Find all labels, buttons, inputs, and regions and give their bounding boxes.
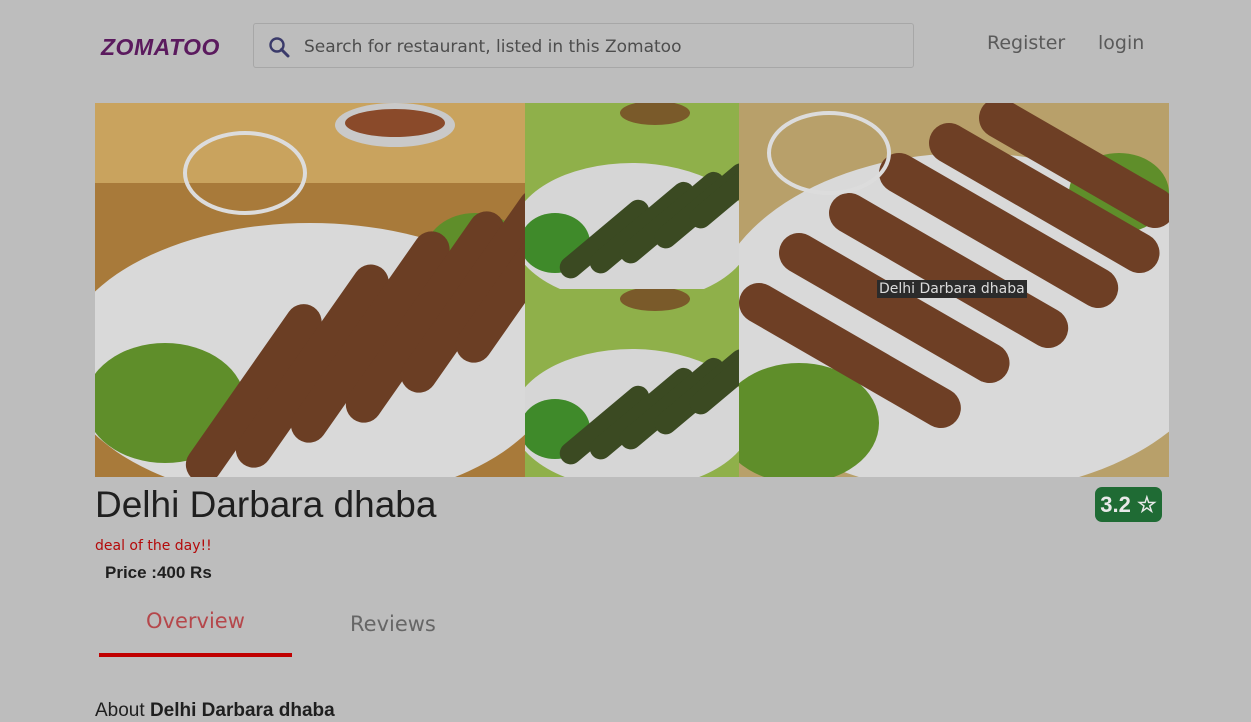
price-label: Price :400 Rs [105,563,212,582]
active-tab-indicator [99,653,292,657]
deal-label: deal of the day!! [95,538,212,554]
about-restaurant-name: Delhi Darbara dhaba [149,700,335,721]
tab-reviews[interactable]: Reviews [350,612,436,636]
main-photo[interactable] [95,103,525,477]
brand-logo[interactable]: ZOMATOO [101,34,220,61]
image-tooltip: Delhi Darbara dhaba [877,280,1027,298]
restaurant-name: Delhi Darbara dhaba [95,484,437,525]
rating-badge: 3.2 ☆ [1095,487,1162,522]
login-link[interactable]: login [1098,32,1144,54]
search-icon [269,37,290,58]
tab-overview[interactable]: Overview [146,609,245,633]
search-bar[interactable] [253,23,914,68]
thumb-photo-bottom[interactable] [525,289,739,477]
search-input[interactable] [302,34,896,60]
register-link[interactable]: Register [987,32,1065,54]
thumb-photo-top[interactable] [525,103,739,289]
about-prefix: About [95,700,145,721]
